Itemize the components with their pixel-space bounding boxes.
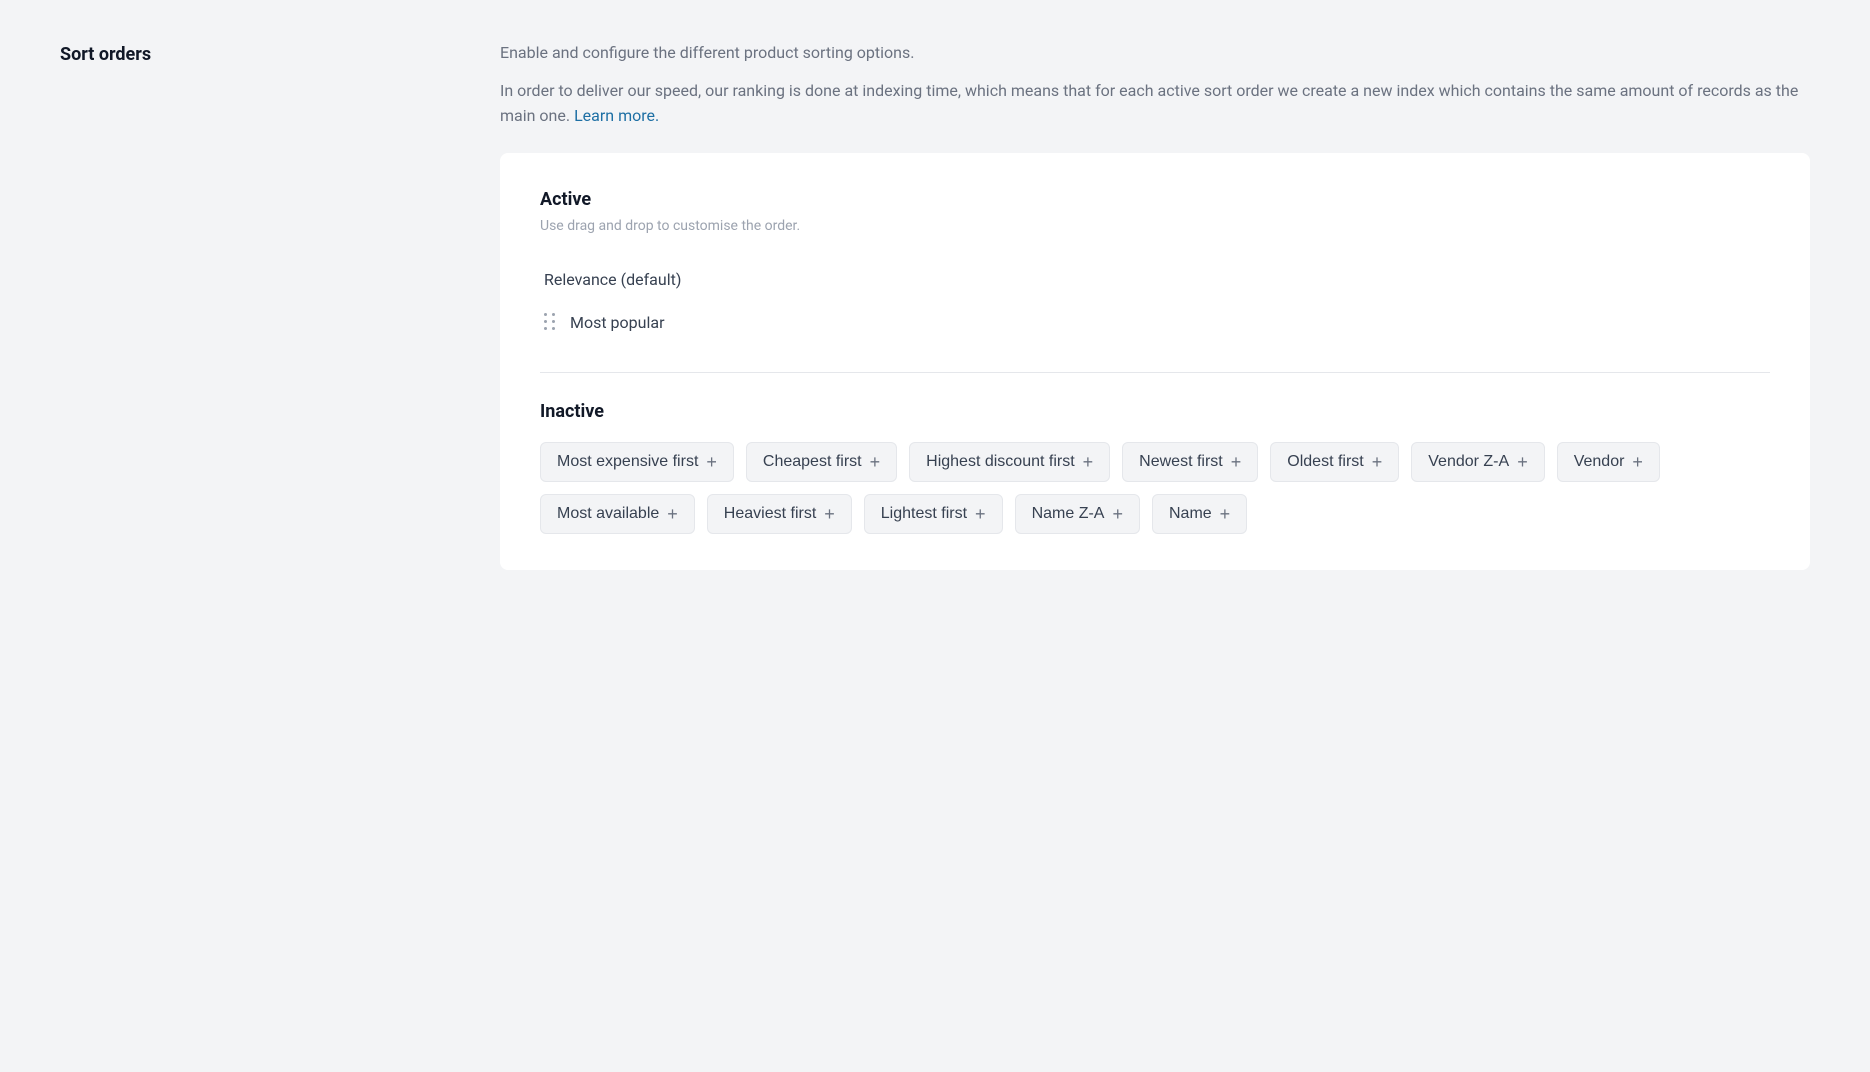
plus-icon: +: [1083, 453, 1094, 471]
inactive-tag-label-newest-first: Newest first: [1139, 453, 1223, 471]
learn-more-link[interactable]: Learn more.: [574, 106, 659, 125]
inactive-tag-most-expensive-first[interactable]: Most expensive first +: [540, 442, 734, 482]
inactive-tag-label-lightest-first: Lightest first: [881, 505, 967, 523]
inactive-tag-oldest-first[interactable]: Oldest first +: [1270, 442, 1399, 482]
plus-icon: +: [975, 505, 986, 523]
plus-icon: +: [1231, 453, 1242, 471]
inactive-tags-grid: Most expensive first+Cheapest first+High…: [540, 442, 1770, 534]
relevance-label: Relevance (default): [544, 270, 681, 289]
plus-icon: +: [1112, 505, 1123, 523]
inactive-label: Inactive: [540, 401, 1770, 422]
active-section: Active Use drag and drop to customise th…: [540, 189, 1770, 344]
active-item-relevance: Relevance (default): [540, 258, 1770, 301]
inactive-tag-heaviest-first[interactable]: Heaviest first +: [707, 494, 852, 534]
description-line1: Enable and configure the different produ…: [500, 40, 1810, 66]
inactive-tag-cheapest-first[interactable]: Cheapest first +: [746, 442, 897, 482]
inactive-tag-vendor-z-a[interactable]: Vendor Z-A +: [1411, 442, 1544, 482]
drag-handle-icon: [544, 313, 558, 331]
plus-icon: +: [870, 453, 881, 471]
plus-icon: +: [1372, 453, 1383, 471]
section-divider: [540, 372, 1770, 373]
active-item-most-popular[interactable]: Most popular: [540, 301, 1770, 344]
inactive-tag-label-most-expensive-first: Most expensive first: [557, 453, 698, 471]
inactive-tag-lightest-first[interactable]: Lightest first +: [864, 494, 1003, 534]
inactive-tag-label-name: Name: [1169, 505, 1212, 523]
sort-orders-card: Active Use drag and drop to customise th…: [500, 153, 1810, 570]
plus-icon: +: [1517, 453, 1528, 471]
inactive-tag-vendor[interactable]: Vendor +: [1557, 442, 1660, 482]
inactive-tag-label-vendor-z-a: Vendor Z-A: [1428, 453, 1509, 471]
inactive-section: Inactive Most expensive first+Cheapest f…: [540, 401, 1770, 534]
inactive-tag-label-most-available: Most available: [557, 505, 659, 523]
inactive-tag-label-cheapest-first: Cheapest first: [763, 453, 862, 471]
inactive-tag-label-highest-discount-first: Highest discount first: [926, 453, 1075, 471]
inactive-tag-name-z-a[interactable]: Name Z-A +: [1015, 494, 1140, 534]
plus-icon: +: [824, 505, 835, 523]
inactive-tag-label-vendor: Vendor: [1574, 453, 1625, 471]
plus-icon: +: [1220, 505, 1231, 523]
plus-icon: +: [1632, 453, 1643, 471]
inactive-tag-most-available[interactable]: Most available +: [540, 494, 695, 534]
inactive-tag-label-name-z-a: Name Z-A: [1032, 505, 1105, 523]
active-subtitle: Use drag and drop to customise the order…: [540, 218, 1770, 234]
section-title: Sort orders: [60, 44, 151, 65]
plus-icon: +: [706, 453, 717, 471]
inactive-tag-newest-first[interactable]: Newest first +: [1122, 442, 1258, 482]
inactive-tag-label-oldest-first: Oldest first: [1287, 453, 1363, 471]
inactive-tag-label-heaviest-first: Heaviest first: [724, 505, 816, 523]
inactive-tag-name[interactable]: Name +: [1152, 494, 1247, 534]
description-line2: In order to deliver our speed, our ranki…: [500, 78, 1810, 129]
active-label: Active: [540, 189, 1770, 210]
most-popular-label: Most popular: [570, 313, 664, 332]
plus-icon: +: [667, 505, 678, 523]
inactive-tag-highest-discount-first[interactable]: Highest discount first +: [909, 442, 1110, 482]
